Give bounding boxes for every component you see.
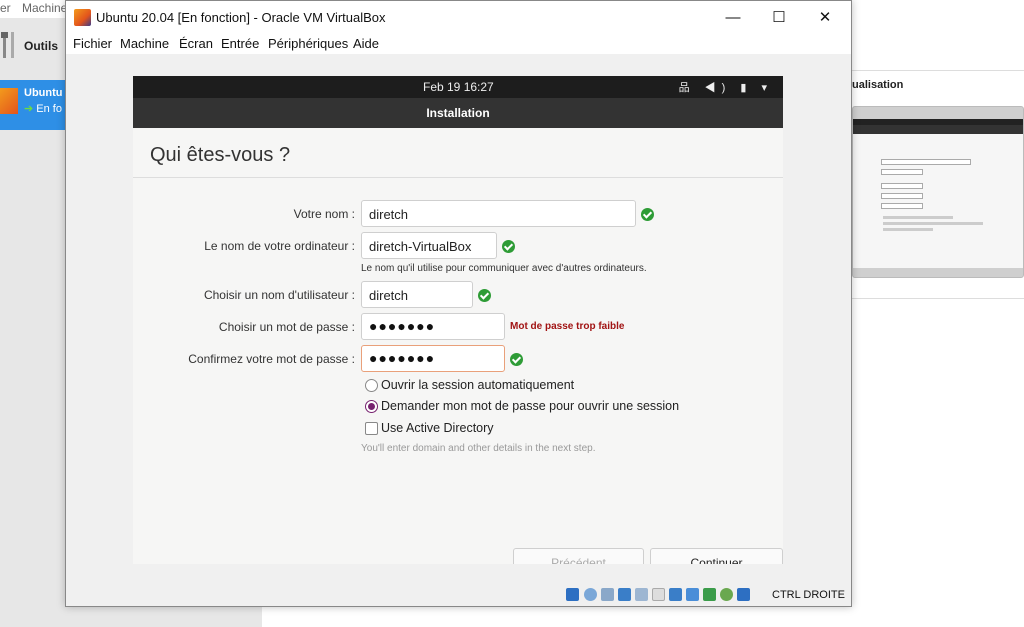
menu-aide[interactable]: Aide (353, 36, 379, 51)
vm-menubar: Fichier Machine Écran Entrée Périphériqu… (66, 34, 851, 54)
username-input[interactable]: diretch (361, 281, 473, 308)
gnome-top-bar: Feb 19 16:27 品 ◀) ▮ ▾ (133, 76, 783, 98)
virtualbox-app-icon (74, 9, 91, 26)
back-button[interactable]: Précédent (513, 548, 644, 564)
password-strength-warning: Mot de passe trop faible (510, 321, 625, 332)
host-key-label: CTRL DROITE (772, 589, 845, 601)
preview-field (881, 203, 923, 209)
close-button[interactable]: ✕ (802, 4, 848, 32)
computer-name-hint: Le nom qu'il utilise pour communiquer av… (361, 263, 647, 274)
vm-item-state-text: En fo (36, 103, 62, 115)
active-directory-checkbox[interactable] (365, 422, 378, 435)
name-input[interactable]: diretch (361, 200, 636, 227)
preview-body (853, 134, 1023, 268)
vm-item-state: ➔ En fo (24, 102, 62, 115)
auto-login-radio[interactable] (365, 379, 378, 392)
vm-display[interactable]: Feb 19 16:27 品 ◀) ▮ ▾ Installation Qui ê… (66, 54, 851, 581)
active-directory-hint: You'll enter domain and other details in… (361, 443, 596, 454)
vm-window: Ubuntu 20.04 [En fonction] - Oracle VM V… (65, 0, 852, 607)
active-directory-label[interactable]: Use Active Directory (381, 421, 494, 435)
ubuntu-installer-screen: Feb 19 16:27 品 ◀) ▮ ▾ Installation Qui ê… (133, 76, 783, 564)
preview-title: ualisation (852, 79, 904, 91)
manager-menu-partial[interactable]: er (0, 1, 11, 15)
username-label: Choisir un nom d'utilisateur : (203, 288, 355, 302)
manager-tools-item[interactable]: Outils (0, 24, 66, 70)
name-valid-check-icon (641, 208, 654, 221)
manager-vm-item-ubuntu[interactable]: Ubuntu ➔ En fo (0, 80, 66, 130)
window-titlebar[interactable]: Ubuntu 20.04 [En fonction] - Oracle VM V… (66, 1, 851, 34)
tools-icon (1, 32, 14, 58)
manager-menu-machine[interactable]: Machine (22, 1, 67, 15)
page-title: Qui êtes-vous ? (150, 144, 291, 166)
password-label: Choisir un mot de passe : (218, 320, 355, 334)
audio-icon[interactable] (601, 588, 614, 601)
require-password-radio[interactable] (365, 400, 378, 413)
display-icon[interactable] (669, 588, 682, 601)
details-separator (852, 298, 1024, 299)
computer-name-valid-check-icon (502, 240, 515, 253)
tools-label: Outils (24, 39, 59, 53)
menu-peripheriques[interactable]: Périphériques (268, 36, 348, 51)
password-input[interactable]: ●●●●●●● (361, 313, 505, 340)
confirm-password-input[interactable]: ●●●●●●● (361, 345, 505, 372)
username-valid-check-icon (478, 289, 491, 302)
preview-line (883, 222, 983, 225)
clock[interactable]: Feb 19 16:27 (423, 80, 494, 94)
running-arrow-icon: ➔ (24, 103, 34, 115)
installer-header: Installation (133, 98, 783, 128)
manager-bottom (262, 607, 1024, 627)
preview-line (883, 216, 953, 219)
require-password-label[interactable]: Demander mon mot de passe pour ouvrir un… (381, 399, 679, 413)
confirm-password-valid-check-icon (510, 353, 523, 366)
preview-header (853, 125, 1023, 134)
menu-ecran[interactable]: Écran (179, 36, 213, 51)
usb-icon[interactable] (635, 588, 648, 601)
optical-drive-icon[interactable] (584, 588, 597, 601)
preview-field (881, 169, 923, 175)
vm-preview-thumbnail (852, 106, 1024, 278)
preview-line (883, 228, 933, 231)
preview-field (881, 183, 923, 189)
continue-button[interactable]: Continuer (650, 548, 783, 564)
shared-folders-icon[interactable] (652, 588, 665, 601)
cpu-icon[interactable] (703, 588, 716, 601)
computer-name-label: Le nom de votre ordinateur : (204, 239, 355, 253)
host-key-arrow-icon[interactable] (737, 588, 750, 601)
details-separator (852, 70, 1024, 71)
preview-field (881, 193, 923, 199)
name-label: Votre nom : (293, 207, 355, 221)
vm-item-name: Ubuntu (24, 87, 63, 99)
maximize-button[interactable]: ☐ (756, 4, 802, 32)
window-title: Ubuntu 20.04 [En fonction] - Oracle VM V… (96, 10, 386, 25)
network-icon[interactable] (618, 588, 631, 601)
hard-disk-icon[interactable] (566, 588, 579, 601)
recording-icon[interactable] (686, 588, 699, 601)
auto-login-label[interactable]: Ouvrir la session automatiquement (381, 378, 574, 392)
system-tray-icons[interactable]: 品 ◀) ▮ ▾ (679, 79, 773, 95)
menu-entree[interactable]: Entrée (221, 36, 259, 51)
ubuntu-vm-logo-icon (0, 88, 18, 114)
preview-field (881, 159, 971, 165)
confirm-password-label: Confirmez votre mot de passe : (188, 352, 355, 366)
vm-statusbar: CTRL DROITE (66, 581, 851, 606)
menu-machine[interactable]: Machine (120, 36, 169, 51)
menu-fichier[interactable]: Fichier (73, 36, 112, 51)
mouse-integration-icon[interactable] (720, 588, 733, 601)
minimize-button[interactable]: — (710, 4, 756, 32)
computer-name-input[interactable]: diretch-VirtualBox (361, 232, 497, 259)
heading-divider (133, 177, 783, 178)
